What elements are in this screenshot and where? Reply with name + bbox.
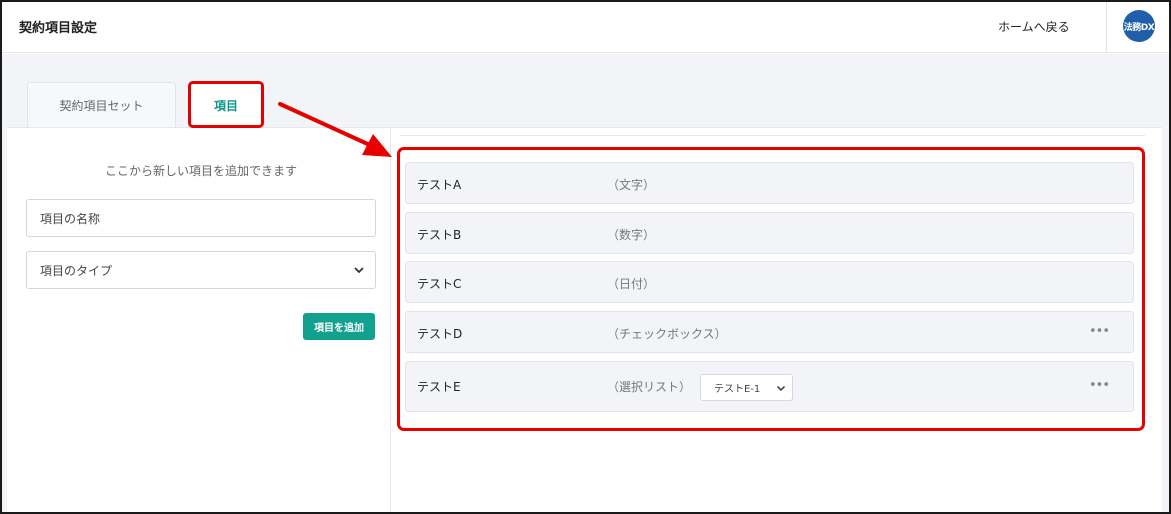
item-type-select[interactable]: 項目のタイプ <box>26 251 376 289</box>
list-top-rule <box>400 135 1145 136</box>
logo-badge[interactable]: 法務DX <box>1123 10 1155 42</box>
item-name-placeholder: 項目の名称 <box>40 211 101 226</box>
add-item-button[interactable]: 項目を追加 <box>303 313 375 340</box>
page-title: 契約項目設定 <box>19 21 98 36</box>
item-name-input[interactable]: 項目の名称 <box>26 199 376 237</box>
logo-text: 法務DX <box>1123 22 1155 33</box>
tab-label: 契約項目セット <box>59 98 144 113</box>
highlight-box-list <box>397 147 1145 431</box>
tab-contract-item-set[interactable]: 契約項目セット <box>27 82 176 127</box>
home-link[interactable]: ホームへ戻る <box>998 18 1070 35</box>
highlight-box-tab <box>188 81 264 128</box>
column-divider <box>390 127 391 514</box>
add-item-hint: ここから新しい項目を追加できます <box>104 164 297 178</box>
item-type-placeholder: 項目のタイプ <box>40 263 113 278</box>
header-divider <box>1106 0 1107 53</box>
chevron-down-icon <box>354 267 364 274</box>
app-header: 契約項目設定 ホームへ戻る 法務DX <box>0 0 1171 53</box>
